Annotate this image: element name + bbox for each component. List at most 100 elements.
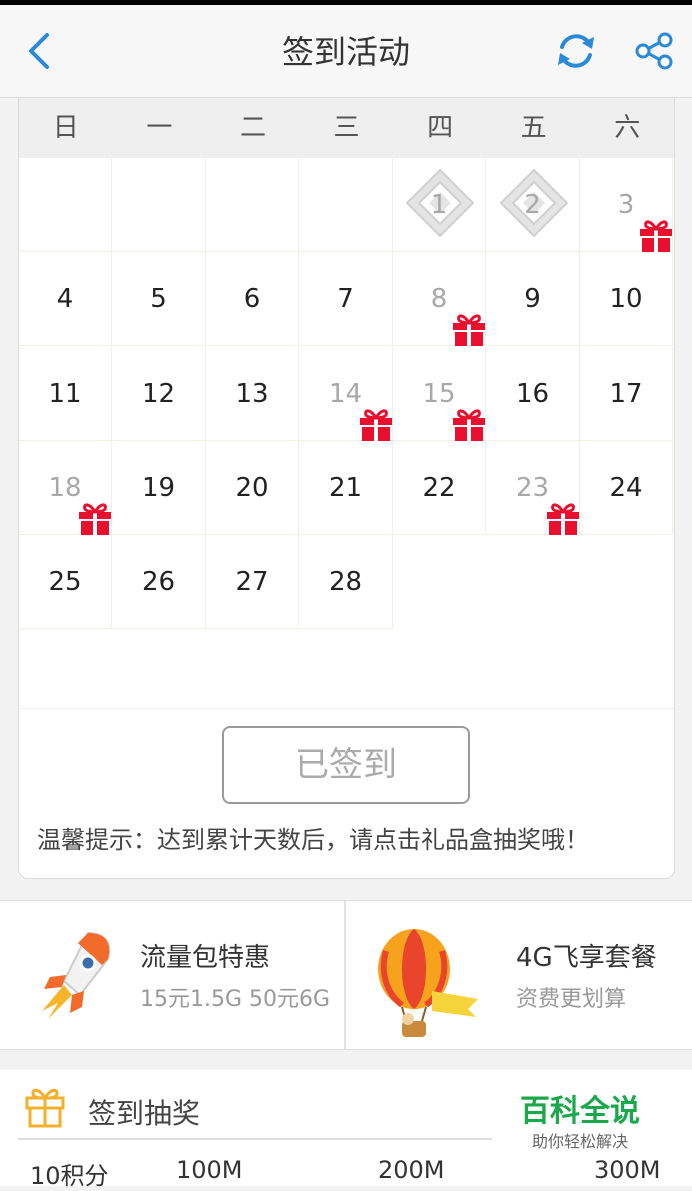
calendar-day-number: 5 <box>150 284 167 315</box>
tip-text: 温馨提示：达到累计天数后，请点击礼品盒抽奖哦！ <box>37 826 589 854</box>
calendar-day-number: 21 <box>328 472 363 503</box>
calendar-day-number: 18 <box>48 472 82 503</box>
calendar-day-number: 7 <box>337 284 354 315</box>
calendar-day-number: 11 <box>48 378 82 409</box>
calendar-day-number: 23 <box>515 472 550 503</box>
calendar-day-number: 17 <box>609 378 643 409</box>
calendar-day-number: 1 <box>430 190 448 220</box>
calendar-day-number: 4 <box>56 284 74 315</box>
lottery-title: 签到抽奖 <box>88 1097 201 1130</box>
signed-in-button[interactable]: 已签到 <box>222 726 470 804</box>
calendar-day[interactable]: 23 <box>486 440 581 536</box>
calendar-day[interactable]: 24 <box>580 440 673 535</box>
lottery-progress-track <box>18 1138 492 1140</box>
calendar-day[interactable]: 14 <box>299 346 394 442</box>
calendar-day[interactable]: 18 <box>19 440 113 536</box>
calendar-day[interactable]: 7 <box>299 252 393 347</box>
calendar-cell-empty <box>19 158 112 252</box>
share-button[interactable] <box>630 27 678 75</box>
weekday-label: 一 <box>146 113 173 143</box>
calendar-day-number: 2 <box>524 190 541 220</box>
calendar-day-number: 15 <box>422 378 456 409</box>
calendar-day[interactable]: 15 <box>393 346 487 442</box>
lottery-level: 300M <box>594 1156 661 1184</box>
calendar-day-number: 3 <box>617 190 635 220</box>
rocket-icon[interactable] <box>28 925 118 1025</box>
lottery-level: 200M <box>378 1156 445 1184</box>
calendar-card: 日 一 二 三 四 五 六 1 2 3 4 5 6 7 8 9 10 11 12 13 14 15 16 17 1… <box>18 98 675 879</box>
gift-box-icon[interactable] <box>358 406 394 442</box>
gift-box-icon[interactable] <box>451 311 487 347</box>
calendar-day-number: 14 <box>328 378 363 409</box>
weekday-label: 四 <box>427 113 454 143</box>
weekday-header: 日 一 二 三 四 五 六 <box>19 98 674 158</box>
calendar-day-number: 24 <box>609 472 643 503</box>
calendar-day-number: 26 <box>141 567 176 598</box>
calendar-day[interactable]: 25 <box>19 535 112 630</box>
calendar-day[interactable]: 26 <box>112 535 206 630</box>
refresh-icon <box>558 34 594 68</box>
watermark-name: 百科全说 <box>520 1094 640 1129</box>
calendar-day[interactable]: 19 <box>112 440 206 535</box>
calendar-day[interactable]: 9 <box>486 252 580 347</box>
gift-box-icon[interactable] <box>638 217 674 253</box>
hot-air-balloon-icon[interactable] <box>372 921 482 1046</box>
calendar-day-number: 13 <box>235 378 269 409</box>
calendar-day-number: 22 <box>422 472 456 503</box>
calendar-day[interactable]: 16 <box>486 346 580 441</box>
watermark-logo: 百科全说 助你轻松解决 <box>494 1086 666 1160</box>
calendar-day[interactable]: 27 <box>206 535 299 630</box>
calendar-day[interactable]: 17 <box>580 346 673 441</box>
gift-icon <box>25 1088 65 1128</box>
calendar-day-number: 12 <box>141 378 176 409</box>
lottery-level: 100M <box>176 1156 243 1184</box>
calendar-day-number: 9 <box>524 284 541 315</box>
calendar-day[interactable]: 28 <box>299 535 393 630</box>
calendar-day[interactable]: 5 <box>112 252 206 347</box>
calendar-day[interactable]: 1 <box>393 158 486 252</box>
calendar-day[interactable]: 11 <box>19 346 112 441</box>
calendar-day-number: 6 <box>243 284 261 315</box>
calendar-day-number: 28 <box>328 567 363 598</box>
weekday-label: 二 <box>239 113 266 143</box>
gift-box-icon[interactable] <box>545 500 581 536</box>
calendar-day[interactable]: 8 <box>393 252 487 347</box>
weekday-label: 日 <box>52 113 79 143</box>
weekday-label: 六 <box>614 113 641 143</box>
weekday-label: 五 <box>520 113 547 143</box>
calendar-day[interactable]: 12 <box>112 346 206 441</box>
calendar-day-number: 16 <box>515 378 550 409</box>
calendar-day[interactable]: 21 <box>299 440 393 535</box>
gift-box-icon[interactable] <box>451 406 487 442</box>
calendar-day[interactable]: 22 <box>393 440 486 535</box>
promo-title[interactable]: 4G飞享套餐 <box>516 937 657 974</box>
promo-subtitle: 资费更划算 <box>516 987 627 1012</box>
app-header: 签到活动 <box>0 5 692 98</box>
calendar-day-number: 27 <box>235 567 269 598</box>
promo-section: 流量包特惠 15元1.5G 50元6G 4G飞享套餐 资费更划算 <box>0 900 692 1050</box>
share-icon <box>635 32 673 70</box>
gift-box-icon[interactable] <box>77 500 113 536</box>
calendar-day[interactable]: 2 <box>486 158 580 252</box>
calendar-cell-empty <box>299 158 393 252</box>
calendar-cell-empty <box>112 158 206 252</box>
calendar-day-number: 19 <box>141 472 176 503</box>
calendar-cell-empty <box>206 158 299 252</box>
calendar-day[interactable]: 6 <box>206 252 299 347</box>
divider <box>19 708 674 709</box>
promo-divider <box>344 901 346 1049</box>
promo-subtitle: 15元1.5G 50元6G <box>140 987 331 1012</box>
calendar-day[interactable]: 10 <box>580 252 673 347</box>
calendar-day-number: 25 <box>48 567 82 598</box>
calendar-day-number: 8 <box>430 284 448 315</box>
promo-title[interactable]: 流量包特惠 <box>140 937 270 974</box>
calendar-day[interactable]: 4 <box>19 252 112 347</box>
watermark-slogan: 助你轻松解决 <box>531 1132 628 1151</box>
calendar-day-number: 20 <box>235 472 269 503</box>
calendar-day[interactable]: 20 <box>206 440 299 535</box>
weekday-label: 三 <box>333 113 360 143</box>
calendar-day[interactable]: 3 <box>580 158 673 252</box>
calendar-day-number: 10 <box>609 284 643 315</box>
refresh-button[interactable] <box>552 27 600 75</box>
calendar-day[interactable]: 13 <box>206 346 299 441</box>
